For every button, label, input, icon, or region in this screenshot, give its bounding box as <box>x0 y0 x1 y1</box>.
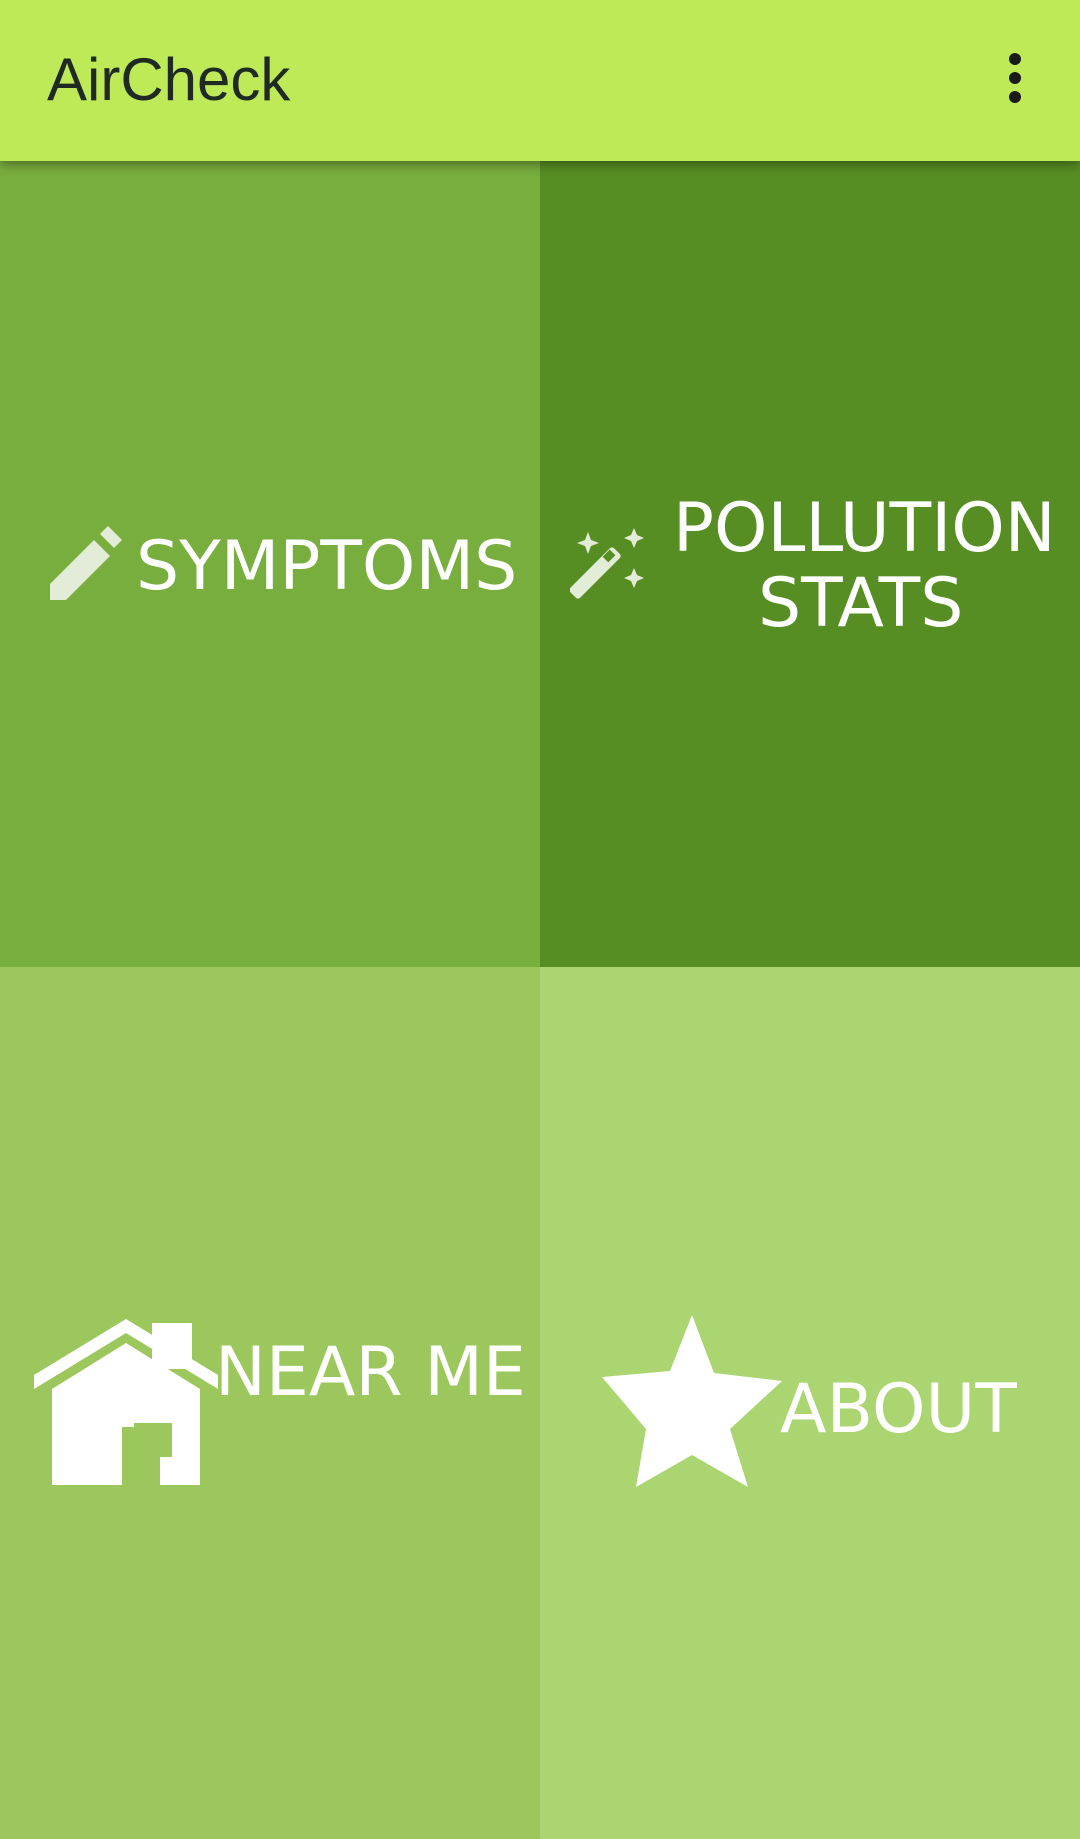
symptoms-tile[interactable]: SYMPTOMS <box>0 161 540 967</box>
about-tile[interactable]: ABOUT <box>540 967 1080 1839</box>
symptoms-label: SYMPTOMS <box>136 527 518 606</box>
pollution-label-line2: STATS <box>758 564 964 643</box>
about-label: ABOUT <box>780 1370 1017 1449</box>
near-me-tile[interactable]: NEAR ME <box>0 967 540 1839</box>
overflow-menu-button[interactable] <box>990 46 1040 110</box>
more-vert-dot <box>1009 91 1021 103</box>
home-icon <box>34 1319 218 1485</box>
pencil-icon <box>50 526 122 600</box>
pollution-stats-tile[interactable]: POLLUTION STATS <box>540 161 1080 967</box>
app-title: AirCheck <box>47 46 291 113</box>
pollution-label-line1: POLLUTION <box>673 489 1056 568</box>
app-bar: AirCheck <box>0 0 1080 161</box>
more-vert-dot <box>1009 72 1021 84</box>
near-me-label: NEAR ME <box>215 1333 526 1412</box>
magic-wand-icon <box>570 528 644 599</box>
star-icon <box>602 1315 782 1487</box>
more-vert-icon <box>1009 53 1021 65</box>
